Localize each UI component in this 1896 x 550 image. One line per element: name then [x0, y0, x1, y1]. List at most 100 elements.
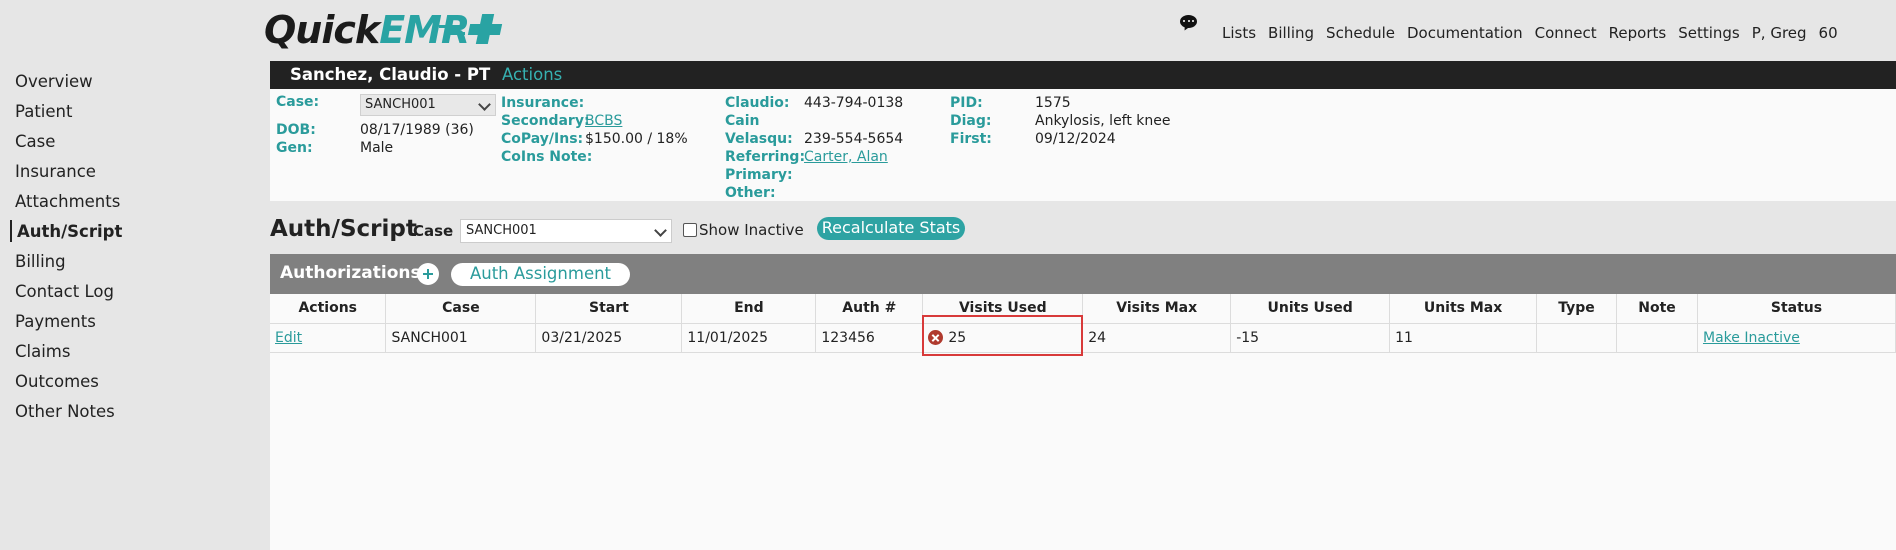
top-bar: Quick EMR Lists Billing Schedule Document…	[0, 0, 1896, 60]
sidebar-item-auth-script[interactable]: Auth/Script	[0, 220, 260, 250]
copay-value: $150.00 / 18%	[585, 131, 688, 147]
case-label: Case:	[276, 94, 320, 110]
contact1-label: Claudio:	[725, 95, 790, 111]
nav-documentation[interactable]: Documentation	[1407, 24, 1523, 44]
cell-type	[1536, 323, 1618, 353]
edit-link[interactable]: Edit	[275, 330, 302, 346]
cell-visits-max: 24	[1082, 323, 1232, 353]
cell-case: SANCH001	[385, 323, 537, 353]
nav-schedule[interactable]: Schedule	[1326, 24, 1395, 44]
contact3-label: Velasqu:	[725, 131, 793, 147]
sidebar-item-contact-log[interactable]: Contact Log	[0, 280, 260, 310]
gen-value: Male	[360, 140, 394, 156]
referring-label: Referring:	[725, 149, 806, 165]
dob-value: 08/17/1989 (36)	[360, 122, 474, 138]
authorizations-header: Authorizations Auth Assignment	[270, 254, 1896, 294]
col-end[interactable]: End	[681, 294, 817, 324]
sidebar-item-insurance[interactable]: Insurance	[0, 160, 260, 190]
col-note[interactable]: Note	[1616, 294, 1698, 324]
show-inactive-checkbox[interactable]	[683, 223, 697, 237]
nav-settings[interactable]: Settings	[1678, 24, 1740, 44]
actions-menu[interactable]: Actions	[502, 65, 562, 84]
chevron-down-icon	[478, 98, 491, 111]
dob-label: DOB:	[276, 122, 316, 138]
referring-provider-link[interactable]: Carter, Alan	[804, 149, 888, 165]
quickemr-logo[interactable]: Quick EMR	[264, 8, 505, 52]
sidebar: Overview Patient Case Insurance Attachme…	[0, 70, 260, 430]
diag-label: Diag:	[950, 113, 992, 129]
nav-billing[interactable]: Billing	[1268, 24, 1314, 44]
recalculate-stats-button[interactable]: Recalculate Stats	[817, 217, 965, 240]
coins-note-label: CoIns Note:	[501, 149, 593, 165]
col-actions[interactable]: Actions	[270, 294, 387, 324]
logo-text-emr: EMR	[379, 8, 470, 52]
auth-assignment-button[interactable]: Auth Assignment	[451, 263, 630, 286]
patient-info-panel: Case: SANCH001 DOB: 08/17/1989 (36) Gen:…	[270, 89, 1896, 201]
col-units-max[interactable]: Units Max	[1389, 294, 1538, 324]
contact3-phone: 239-554-5654	[804, 131, 904, 147]
sidebar-item-attachments[interactable]: Attachments	[0, 190, 260, 220]
nav-reports[interactable]: Reports	[1609, 24, 1667, 44]
col-auth-number[interactable]: Auth #	[815, 294, 924, 324]
insurance-label: Insurance:	[501, 95, 585, 111]
diag-value: Ankylosis, left knee	[1035, 113, 1171, 129]
contact2-label: Cain	[725, 113, 760, 129]
cell-note	[1616, 323, 1698, 353]
highlight-box	[922, 315, 1083, 356]
nav-lists[interactable]: Lists	[1222, 24, 1256, 44]
sidebar-item-patient[interactable]: Patient	[0, 100, 260, 130]
sidebar-item-overview[interactable]: Overview	[0, 70, 260, 100]
authorizations-title: Authorizations	[280, 263, 421, 283]
cell-start: 03/21/2025	[535, 323, 683, 353]
secondary-label: Secondary:	[501, 113, 590, 129]
nav-connect[interactable]: Connect	[1535, 24, 1597, 44]
pid-value: 1575	[1035, 95, 1071, 111]
sidebar-item-label: Auth/Script	[17, 222, 123, 241]
authorizations-table: Actions Case Start End Auth # Visits Use…	[270, 294, 1896, 353]
case-dropdown[interactable]: SANCH001	[360, 94, 496, 116]
primary-label: Primary:	[725, 167, 793, 183]
case-filter-select[interactable]: SANCH001	[460, 219, 672, 243]
nav-count[interactable]: 60	[1819, 24, 1838, 44]
patient-name: Sanchez, Claudio - PT	[290, 65, 491, 84]
sidebar-item-claims[interactable]: Claims	[0, 340, 260, 370]
page-title: Auth/Script	[270, 216, 417, 242]
chat-icon[interactable]	[1180, 15, 1198, 33]
top-nav: Lists Billing Schedule Documentation Con…	[1222, 24, 1850, 44]
patient-title-bar: Sanchez, Claudio - PT Actions	[270, 61, 1896, 89]
col-case[interactable]: Case	[385, 294, 537, 324]
col-units-used[interactable]: Units Used	[1230, 294, 1391, 324]
logo-plus-icon	[439, 10, 505, 50]
pid-label: PID:	[950, 95, 983, 111]
sidebar-item-billing[interactable]: Billing	[0, 250, 260, 280]
nav-user[interactable]: P, Greg	[1752, 24, 1807, 44]
sidebar-item-case[interactable]: Case	[0, 130, 260, 160]
case-filter-label: Case	[413, 222, 454, 240]
cell-auth-number: 123456	[815, 323, 924, 353]
show-inactive-label[interactable]: Show Inactive	[699, 221, 804, 239]
col-type[interactable]: Type	[1536, 294, 1618, 324]
contact1-phone: 443-794-0138	[804, 95, 904, 111]
sidebar-item-payments[interactable]: Payments	[0, 310, 260, 340]
add-authorization-icon[interactable]	[417, 263, 439, 285]
col-start[interactable]: Start	[535, 294, 683, 324]
first-label: First:	[950, 131, 992, 147]
copay-label: CoPay/Ins:	[501, 131, 584, 147]
logo-text-quick: Quick	[264, 8, 380, 52]
gen-label: Gen:	[276, 140, 313, 156]
case-filter-value: SANCH001	[466, 223, 537, 238]
make-inactive-link[interactable]: Make Inactive	[1703, 330, 1800, 346]
secondary-insurance-link[interactable]: BCBS	[585, 113, 622, 129]
cell-end: 11/01/2025	[681, 323, 817, 353]
authorizations-panel: Authorizations Auth Assignment Actions C…	[270, 254, 1896, 550]
col-visits-max[interactable]: Visits Max	[1082, 294, 1232, 324]
case-dropdown-value: SANCH001	[365, 97, 436, 112]
cell-units-max: 11	[1389, 323, 1538, 353]
sidebar-item-outcomes[interactable]: Outcomes	[0, 370, 260, 400]
first-value: 09/12/2024	[1035, 131, 1116, 147]
sidebar-item-other-notes[interactable]: Other Notes	[0, 400, 260, 430]
other-label: Other:	[725, 185, 776, 201]
col-status[interactable]: Status	[1697, 294, 1896, 324]
chevron-down-icon	[654, 224, 667, 237]
cell-units-used: -15	[1230, 323, 1391, 353]
